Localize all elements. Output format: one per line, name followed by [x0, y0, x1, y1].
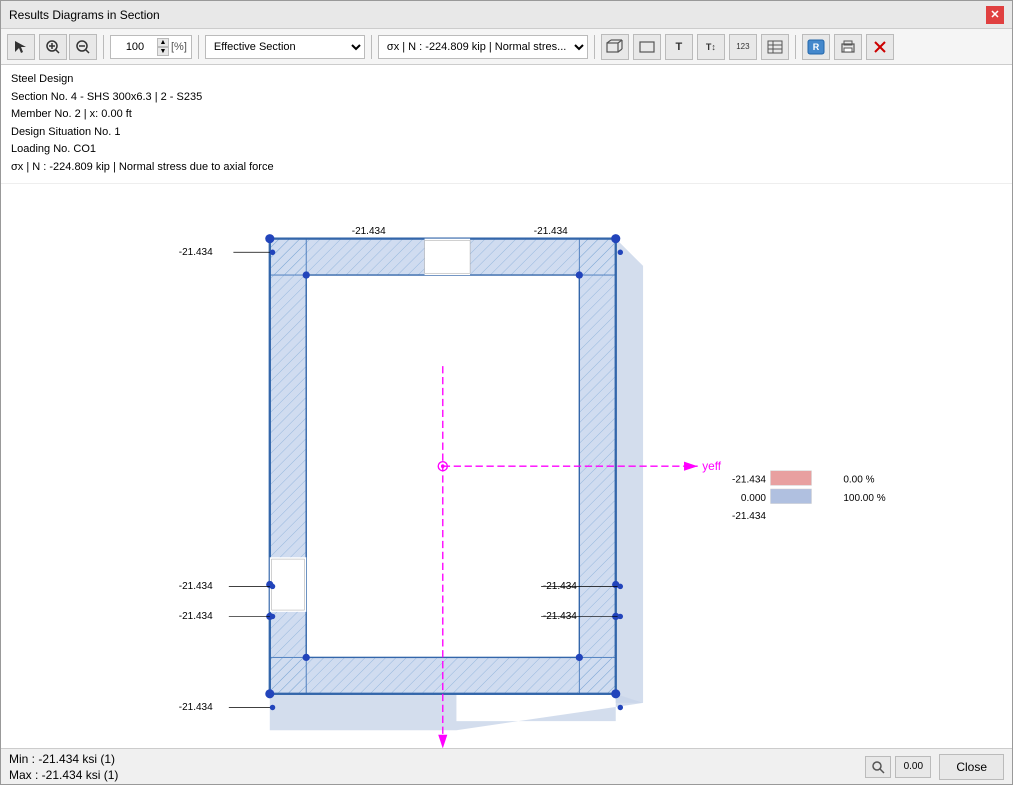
value-mid-left-upper: -21.434: [179, 581, 213, 592]
value-display-label: 0.00: [904, 761, 923, 772]
close-tool-button[interactable]: [866, 34, 894, 60]
info-line-4: Design Situation No. 1: [11, 124, 1002, 142]
close-button[interactable]: Close: [939, 754, 1004, 780]
magnify-icon: [871, 760, 885, 774]
3d-view-icon: [606, 39, 624, 55]
separator-1: [103, 35, 104, 59]
export-icon: R: [807, 39, 825, 55]
zoom-in-icon: [45, 39, 61, 55]
print-button[interactable]: [834, 34, 862, 60]
content-area: Steel Design Section No. 4 - SHS 300x6.3…: [1, 65, 1012, 748]
legend-percent-2: 100.00 %: [843, 492, 885, 503]
separator-2: [198, 35, 199, 59]
2d-view-icon: [638, 39, 656, 55]
section-type-dropdown[interactable]: Effective Section Gross Section: [205, 35, 365, 59]
separator-3: [371, 35, 372, 59]
zoom-in-button[interactable]: [39, 34, 67, 60]
separator-5: [795, 35, 796, 59]
text-tool-button[interactable]: T: [665, 34, 693, 60]
info-line-2: Section No. 4 - SHS 300x6.3 | 2 - S235: [11, 89, 1002, 107]
bottom-tools: 0.00 Close: [865, 754, 1004, 780]
info-line-3: Member No. 2 | x: 0.00 ft: [11, 106, 1002, 124]
separator-4: [594, 35, 595, 59]
legend-value-3: -21.434: [732, 511, 766, 522]
zoom-out-button[interactable]: [69, 34, 97, 60]
diagram-area: yeff Zeff -21.434 -21.434 -21.434 -21.43…: [1, 184, 1012, 748]
svg-text:R: R: [813, 42, 820, 52]
stress-type-dropdown[interactable]: σx | N : -224.809 kip | Normal stres...: [378, 35, 588, 59]
zoom-up-arrow[interactable]: ▲: [157, 38, 169, 47]
value-mid-left-lower: -21.434: [179, 611, 213, 622]
numbers-button[interactable]: 123: [729, 34, 757, 60]
value-top-right: -21.434: [534, 226, 568, 237]
table-button[interactable]: [761, 34, 789, 60]
min-value-label: Min : -21.434 ksi (1): [9, 752, 118, 766]
export-button[interactable]: R: [802, 34, 830, 60]
zoom-unit-label: [%]: [171, 41, 187, 53]
main-window: Results Diagrams in Section ✕ ▲ ▼ [%]: [0, 0, 1013, 785]
max-value-label: Max : -21.434 ksi (1): [9, 768, 118, 782]
legend-percent-1: 0.00 %: [843, 474, 874, 485]
cursor-icon: [13, 39, 29, 55]
zoom-out-icon: [75, 39, 91, 55]
value-bottom-left: -21.434: [179, 702, 213, 713]
window-title: Results Diagrams in Section: [9, 8, 160, 22]
zoom-spinners[interactable]: ▲ ▼: [157, 38, 169, 56]
view-3d-button[interactable]: [601, 34, 629, 60]
legend-value-2: 0.000: [741, 492, 766, 503]
select-tool-button[interactable]: [7, 34, 35, 60]
toolbar: ▲ ▼ [%] Effective Section Gross Section …: [1, 29, 1012, 65]
title-bar: Results Diagrams in Section ✕: [1, 1, 1012, 29]
magnify-button[interactable]: [865, 756, 891, 778]
print-icon: [840, 39, 856, 55]
zoom-control[interactable]: ▲ ▼ [%]: [110, 35, 192, 59]
text-size-icon: T↕: [706, 42, 716, 52]
y-axis-label: yeff: [702, 458, 722, 472]
info-line-5: Loading No. CO1: [11, 141, 1002, 159]
close-x-icon: [872, 39, 888, 55]
text-size-button[interactable]: T↕: [697, 34, 725, 60]
view-2d-button[interactable]: [633, 34, 661, 60]
legend-value-1: -21.434: [732, 474, 766, 485]
zoom-input[interactable]: [115, 41, 155, 53]
numbers-icon: 123: [736, 42, 749, 51]
zoom-down-arrow[interactable]: ▼: [157, 47, 169, 56]
cross-section-svg: yeff Zeff -21.434 -21.434 -21.434 -21.43…: [1, 184, 1012, 748]
info-line-1: Steel Design: [11, 71, 1002, 89]
window-close-button[interactable]: ✕: [986, 6, 1004, 24]
bottom-bar: Min : -21.434 ksi (1) Max : -21.434 ksi …: [1, 748, 1012, 784]
info-line-6: σx | N : -224.809 kip | Normal stress du…: [11, 159, 1002, 177]
info-bar: Steel Design Section No. 4 - SHS 300x6.3…: [1, 65, 1012, 184]
text-icon: T: [676, 41, 683, 53]
value-top-left: -21.434: [179, 247, 213, 258]
value-top-center: -21.434: [352, 226, 386, 237]
value-display-button[interactable]: 0.00: [895, 756, 931, 778]
table-icon: [767, 40, 783, 54]
